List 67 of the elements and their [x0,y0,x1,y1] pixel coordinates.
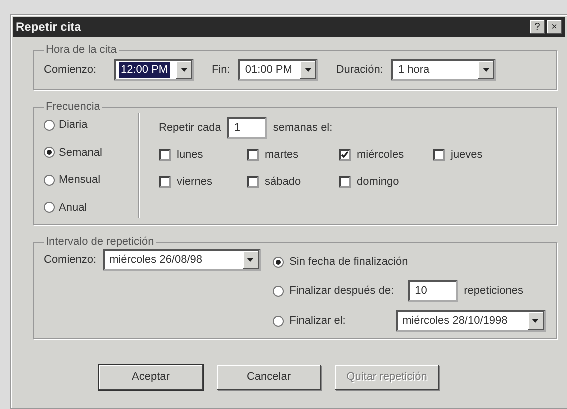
field-value: miércoles 26/08/98 [108,252,204,268]
option-label: Finalizar después de: [290,284,394,299]
checkbox[interactable] [159,149,171,162]
checkbox[interactable] [339,176,351,188]
field-label: Duración: [336,62,384,78]
dropdown-arrow-button[interactable] [528,312,544,330]
number-field[interactable]: 10 [408,280,458,302]
caret-icon [180,68,188,72]
checkbox[interactable] [159,176,171,188]
checkbox-label: sábado [265,174,302,190]
selected-text: 12:00 PM [119,62,170,78]
option-label: Anual [59,200,88,216]
checkbox[interactable] [247,149,259,162]
radio-button[interactable] [272,316,284,326]
option-label: Semanal [59,146,102,160]
caret-icon [304,68,312,72]
field-value: 01:00 PM [244,62,294,78]
dialog-button[interactable]: Cancelar [217,365,321,390]
checkbox-label: domingo [357,174,400,190]
field-label: Repetir cada [159,120,222,136]
caret-icon [482,68,490,72]
radio-button[interactable] [272,256,284,268]
radio-button[interactable] [44,147,55,158]
checkbox[interactable] [339,149,351,162]
dropdown-field[interactable]: miércoles 26/08/98 [102,249,261,271]
field-label: semanas el: [273,120,333,136]
radio-button[interactable] [44,120,55,131]
checkbox-label: viernes [177,174,212,190]
checkbox-label: jueves [451,148,483,163]
number-field[interactable]: 1 [227,117,268,139]
option-label: Diaria [59,118,88,133]
checkbox[interactable] [247,176,259,188]
dropdown-field[interactable]: miércoles 28/10/1998 [396,310,546,332]
dropdown-arrow-button[interactable] [478,61,494,79]
checkbox-label: miércoles [357,148,404,163]
checkbox-label: martes [265,148,299,163]
option-label: Mensual [59,173,101,188]
group-label: Intervalo de repetición [45,237,156,248]
dropdown-field[interactable]: 12:00 PM [114,59,194,81]
close-button[interactable]: × [547,20,562,34]
field-label: Fin: [212,62,230,78]
field-label: Comienzo: [44,62,98,78]
option-label: Sin fecha de finalización [290,254,408,270]
option-label: Finalizar el: [290,314,347,329]
caret-icon [532,319,540,323]
group-label: Hora de la cita [45,45,118,56]
field-label: repeticiones [464,284,524,299]
radio-button[interactable] [272,286,284,296]
dialog-button[interactable]: Aceptar [99,365,203,390]
group-label: Frecuencia [45,102,102,113]
checkbox[interactable] [433,149,445,162]
dropdown-arrow-button[interactable] [242,251,259,269]
field-value: 10 [414,284,428,299]
field-value: 1 hora [397,62,431,78]
field-value: miércoles 28/10/1998 [402,314,509,329]
dropdown-field[interactable]: 1 hora [391,59,496,81]
radio-button[interactable] [44,174,55,186]
field-value: 1 [233,120,242,136]
field-label: Comienzo: [44,253,97,268]
radio-button[interactable] [44,202,55,214]
dropdown-field[interactable]: 01:00 PM [238,59,318,81]
window-title: Repetir cita [16,19,82,36]
caret-icon [247,258,254,262]
dropdown-arrow-button[interactable] [300,61,316,79]
dropdown-arrow-button[interactable] [176,61,192,79]
checkbox-label: lunes [177,148,204,163]
help-button[interactable]: ? [530,20,545,34]
